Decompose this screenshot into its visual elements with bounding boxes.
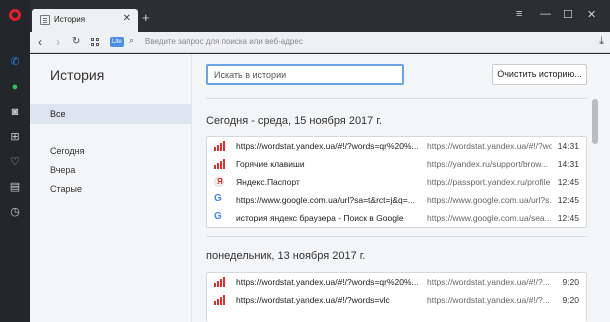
close-window-icon[interactable]: ✕ bbox=[587, 8, 596, 21]
easy-setup-icon[interactable]: ≡ bbox=[516, 8, 522, 20]
day-heading: Сегодня - среда, 15 ноября 2017 г. bbox=[206, 115, 383, 127]
history-url: https://wordstat.yandex.ua/#!/?... bbox=[427, 295, 550, 305]
history-title: история яндекс браузера - Поиск в Google bbox=[236, 213, 404, 223]
history-search-input[interactable]: Искать в истории bbox=[206, 64, 404, 85]
yandex-icon bbox=[214, 177, 224, 187]
camera-icon[interactable]: ◙ bbox=[8, 105, 22, 119]
history-url: https://wordstat.yandex.ua/#!/?wo... bbox=[427, 141, 552, 151]
history-time: 9:20 bbox=[562, 295, 579, 305]
history-title: https://wordstat.yandex.ua/#!/?words=qr%… bbox=[236, 277, 419, 287]
page-title: История bbox=[50, 67, 105, 83]
history-row[interactable]: https://wordstat.yandex.ua/#!/?words=qr%… bbox=[207, 137, 586, 155]
wordstat-icon bbox=[214, 295, 225, 305]
history-time: 14:31 bbox=[557, 159, 579, 169]
wordstat-icon bbox=[214, 277, 225, 287]
browser-sidebar: ✆ ● ◙ ⊞ ♡ ▤ ◷ bbox=[0, 0, 30, 322]
history-url: https://yandex.ru/support/brow... bbox=[427, 159, 548, 169]
history-group-monday: https://wordstat.yandex.ua/#!/?words=qr%… bbox=[206, 272, 587, 322]
news-icon[interactable]: ▤ bbox=[8, 180, 22, 194]
divider bbox=[206, 98, 587, 99]
title-bar: История ✕ + ≡ — ☐ ✕ bbox=[30, 0, 610, 32]
scrollbar[interactable] bbox=[592, 99, 598, 144]
history-row[interactable]: https://wordstat.yandex.ua/#!/?words=qr%… bbox=[207, 273, 586, 291]
history-title: https://wordstat.yandex.ua/#!/?words=qr%… bbox=[236, 141, 419, 151]
divider bbox=[206, 236, 587, 237]
history-url: https://www.google.com.ua/url?s... bbox=[427, 195, 552, 205]
sidebar-item-all[interactable]: Все bbox=[30, 104, 192, 124]
history-time: 9:20 bbox=[562, 277, 579, 287]
sidebar-item-label: Все bbox=[50, 109, 66, 119]
history-row[interactable]: Горячие клавиши https://yandex.ru/suppor… bbox=[207, 155, 586, 173]
clear-history-button[interactable]: Очистить историю... bbox=[492, 64, 587, 85]
history-icon[interactable]: ◷ bbox=[8, 205, 22, 219]
maximize-icon[interactable]: ☐ bbox=[563, 8, 573, 21]
sidebar-item-yesterday[interactable]: Вчера bbox=[50, 165, 75, 175]
new-tab-icon[interactable]: + bbox=[142, 10, 150, 25]
tab-title: История bbox=[54, 15, 86, 24]
google-icon bbox=[214, 193, 224, 205]
history-title: https://www.google.com.ua/url?sa=t&rct=j… bbox=[236, 195, 415, 205]
history-tab-icon bbox=[40, 15, 50, 25]
address-bar: ‹ › ↻ Lite ⌕ Введите запрос для поиска и… bbox=[30, 32, 610, 53]
history-title: https://wordstat.yandex.ua/#!/?words=vlc bbox=[236, 295, 390, 305]
history-title: Горячие клавиши bbox=[236, 159, 305, 169]
history-sidebar: История Все Сегодня Вчера Старые bbox=[30, 54, 192, 322]
history-group-today: https://wordstat.yandex.ua/#!/?words=qr%… bbox=[206, 136, 587, 228]
lite-badge: Lite bbox=[110, 37, 124, 47]
tab-history[interactable]: История ✕ bbox=[32, 9, 138, 32]
wordstat-icon bbox=[214, 159, 225, 169]
history-page: История Все Сегодня Вчера Старые Искать … bbox=[30, 54, 610, 322]
reload-icon[interactable]: ↻ bbox=[72, 36, 80, 47]
wordstat-icon bbox=[214, 141, 225, 151]
history-title: Яндекс.Паспорт bbox=[236, 177, 300, 187]
history-time: 12:45 bbox=[557, 213, 579, 223]
tabs-grid-icon[interactable] bbox=[91, 38, 100, 47]
sidebar-item-today[interactable]: Сегодня bbox=[50, 146, 85, 156]
sidebar-item-older[interactable]: Старые bbox=[50, 184, 82, 194]
minimize-icon[interactable]: — bbox=[540, 8, 551, 20]
history-row[interactable]: https://www.google.com.ua/url?sa=t&rct=j… bbox=[207, 191, 586, 209]
close-tab-icon[interactable]: ✕ bbox=[123, 13, 131, 24]
history-row[interactable]: история яндекс браузера - Поиск в Google… bbox=[207, 209, 586, 227]
back-icon[interactable]: ‹ bbox=[38, 35, 42, 49]
forward-icon[interactable]: › bbox=[56, 35, 60, 49]
history-time: 12:45 bbox=[557, 195, 579, 205]
opera-logo-icon[interactable] bbox=[9, 9, 21, 21]
address-input[interactable]: Введите запрос для поиска или веб-адрес bbox=[145, 37, 303, 46]
history-row[interactable]: https://wordstat.yandex.ua/#!/?words=vlc… bbox=[207, 291, 586, 309]
search-icon: ⌕ bbox=[129, 35, 135, 45]
history-time: 14:31 bbox=[557, 141, 579, 151]
day-heading: понедельник, 13 ноября 2017 г. bbox=[206, 250, 366, 262]
speed-dial-icon[interactable]: ⊞ bbox=[8, 130, 22, 144]
history-url: https://wordstat.yandex.ua/#!/?... bbox=[427, 277, 550, 287]
history-main: Искать в истории Очистить историю... Сег… bbox=[193, 54, 610, 322]
history-time: 12:45 bbox=[557, 177, 579, 187]
google-icon bbox=[214, 211, 224, 223]
whatsapp-icon[interactable]: ● bbox=[8, 80, 22, 94]
search-placeholder: Искать в истории bbox=[214, 70, 287, 80]
heart-icon[interactable]: ♡ bbox=[8, 155, 22, 169]
history-row[interactable]: Яндекс.Паспорт https://passport.yandex.r… bbox=[207, 173, 586, 191]
download-icon[interactable]: ⤓ bbox=[599, 35, 604, 48]
history-url: https://passport.yandex.ru/profile bbox=[427, 177, 551, 187]
messenger-icon[interactable]: ✆ bbox=[8, 55, 22, 69]
history-url: https://www.google.com.ua/sea... bbox=[427, 213, 552, 223]
